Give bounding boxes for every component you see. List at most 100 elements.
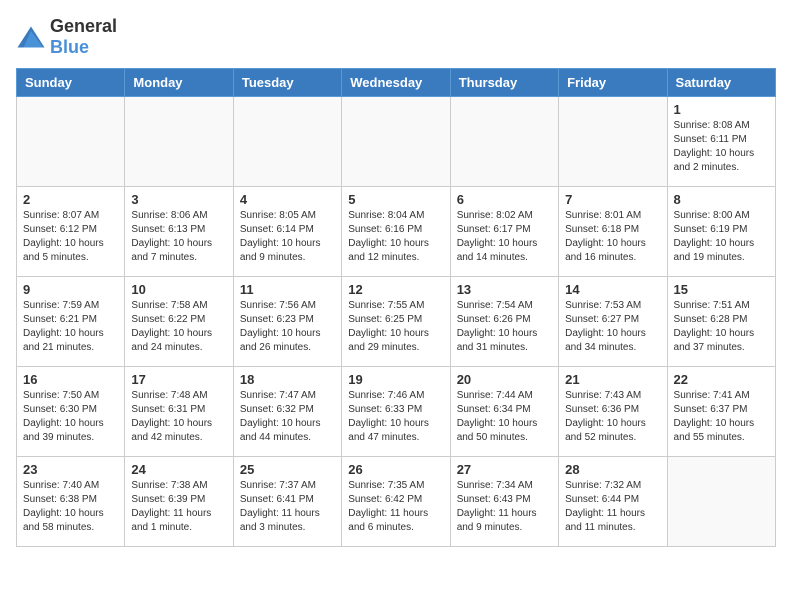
day-info: Sunrise: 7:48 AM Sunset: 6:31 PM Dayligh…: [131, 389, 226, 445]
day-info: Sunrise: 7:41 AM Sunset: 6:37 PM Dayligh…: [674, 389, 769, 445]
calendar-day-19: 19 Sunrise: 7:46 AM Sunset: 6:33 PM Dayli…: [342, 367, 450, 457]
day-info: Sunrise: 7:32 AM Sunset: 6:44 PM Dayligh…: [565, 479, 660, 535]
day-info: Sunrise: 7:56 AM Sunset: 6:23 PM Dayligh…: [240, 299, 335, 355]
logo: General Blue: [16, 16, 117, 58]
calendar-week-5: 23 Sunrise: 7:40 AM Sunset: 6:38 PM Dayli…: [17, 457, 776, 547]
day-number: 16: [23, 372, 118, 387]
day-number: 13: [457, 282, 552, 297]
calendar-day-26: 26 Sunrise: 7:35 AM Sunset: 6:42 PM Dayli…: [342, 457, 450, 547]
header-saturday: Saturday: [667, 69, 775, 97]
calendar-day-empty: [233, 97, 341, 187]
calendar-day-empty: [17, 97, 125, 187]
day-info: Sunrise: 7:38 AM Sunset: 6:39 PM Dayligh…: [131, 479, 226, 535]
calendar-day-23: 23 Sunrise: 7:40 AM Sunset: 6:38 PM Dayli…: [17, 457, 125, 547]
day-info: Sunrise: 7:44 AM Sunset: 6:34 PM Dayligh…: [457, 389, 552, 445]
day-number: 18: [240, 372, 335, 387]
calendar-day-15: 15 Sunrise: 7:51 AM Sunset: 6:28 PM Dayli…: [667, 277, 775, 367]
calendar-week-4: 16 Sunrise: 7:50 AM Sunset: 6:30 PM Dayli…: [17, 367, 776, 457]
day-number: 7: [565, 192, 660, 207]
day-info: Sunrise: 7:50 AM Sunset: 6:30 PM Dayligh…: [23, 389, 118, 445]
calendar-day-3: 3 Sunrise: 8:06 AM Sunset: 6:13 PM Daylig…: [125, 187, 233, 277]
calendar-day-27: 27 Sunrise: 7:34 AM Sunset: 6:43 PM Dayli…: [450, 457, 558, 547]
day-number: 17: [131, 372, 226, 387]
calendar-week-2: 2 Sunrise: 8:07 AM Sunset: 6:12 PM Daylig…: [17, 187, 776, 277]
day-number: 8: [674, 192, 769, 207]
calendar-day-17: 17 Sunrise: 7:48 AM Sunset: 6:31 PM Dayli…: [125, 367, 233, 457]
day-info: Sunrise: 7:46 AM Sunset: 6:33 PM Dayligh…: [348, 389, 443, 445]
day-number: 28: [565, 462, 660, 477]
day-number: 12: [348, 282, 443, 297]
logo-general: General: [50, 16, 117, 36]
day-info: Sunrise: 7:51 AM Sunset: 6:28 PM Dayligh…: [674, 299, 769, 355]
logo-text: General Blue: [50, 16, 117, 58]
header-monday: Monday: [125, 69, 233, 97]
day-info: Sunrise: 8:06 AM Sunset: 6:13 PM Dayligh…: [131, 209, 226, 265]
logo-blue: Blue: [50, 37, 89, 57]
calendar-day-empty: [342, 97, 450, 187]
day-info: Sunrise: 8:02 AM Sunset: 6:17 PM Dayligh…: [457, 209, 552, 265]
day-info: Sunrise: 7:37 AM Sunset: 6:41 PM Dayligh…: [240, 479, 335, 535]
calendar-day-7: 7Sunrise: 8:01 AM Sunset: 6:18 PM Daylig…: [559, 187, 667, 277]
header-thursday: Thursday: [450, 69, 558, 97]
calendar-day-12: 12 Sunrise: 7:55 AM Sunset: 6:25 PM Dayli…: [342, 277, 450, 367]
day-number: 25: [240, 462, 335, 477]
calendar-day-5: 5 Sunrise: 8:04 AM Sunset: 6:16 PM Daylig…: [342, 187, 450, 277]
calendar-day-11: 11Sunrise: 7:56 AM Sunset: 6:23 PM Dayli…: [233, 277, 341, 367]
calendar-header-row: SundayMondayTuesdayWednesdayThursdayFrid…: [17, 69, 776, 97]
calendar-day-14: 14Sunrise: 7:53 AM Sunset: 6:27 PM Dayli…: [559, 277, 667, 367]
calendar-day-empty: [450, 97, 558, 187]
day-number: 15: [674, 282, 769, 297]
day-number: 26: [348, 462, 443, 477]
day-info: Sunrise: 7:59 AM Sunset: 6:21 PM Dayligh…: [23, 299, 118, 355]
day-info: Sunrise: 7:58 AM Sunset: 6:22 PM Dayligh…: [131, 299, 226, 355]
calendar-day-16: 16 Sunrise: 7:50 AM Sunset: 6:30 PM Dayli…: [17, 367, 125, 457]
day-info: Sunrise: 8:04 AM Sunset: 6:16 PM Dayligh…: [348, 209, 443, 265]
day-number: 2: [23, 192, 118, 207]
calendar-day-20: 20 Sunrise: 7:44 AM Sunset: 6:34 PM Dayli…: [450, 367, 558, 457]
day-number: 23: [23, 462, 118, 477]
calendar-day-28: 28 Sunrise: 7:32 AM Sunset: 6:44 PM Dayli…: [559, 457, 667, 547]
calendar-day-22: 22 Sunrise: 7:41 AM Sunset: 6:37 PM Dayli…: [667, 367, 775, 457]
day-info: Sunrise: 8:08 AM Sunset: 6:11 PM Dayligh…: [674, 119, 769, 175]
header-friday: Friday: [559, 69, 667, 97]
day-number: 6: [457, 192, 552, 207]
day-info: Sunrise: 8:05 AM Sunset: 6:14 PM Dayligh…: [240, 209, 335, 265]
day-info: Sunrise: 8:07 AM Sunset: 6:12 PM Dayligh…: [23, 209, 118, 265]
day-number: 20: [457, 372, 552, 387]
day-number: 10: [131, 282, 226, 297]
day-number: 1: [674, 102, 769, 117]
calendar-day-24: 24 Sunrise: 7:38 AM Sunset: 6:39 PM Dayli…: [125, 457, 233, 547]
day-number: 21: [565, 372, 660, 387]
page-header: General Blue: [16, 16, 776, 58]
day-info: Sunrise: 8:00 AM Sunset: 6:19 PM Dayligh…: [674, 209, 769, 265]
day-info: Sunrise: 7:35 AM Sunset: 6:42 PM Dayligh…: [348, 479, 443, 535]
day-number: 4: [240, 192, 335, 207]
header-sunday: Sunday: [17, 69, 125, 97]
day-number: 3: [131, 192, 226, 207]
calendar-table: SundayMondayTuesdayWednesdayThursdayFrid…: [16, 68, 776, 547]
day-number: 19: [348, 372, 443, 387]
day-number: 9: [23, 282, 118, 297]
day-info: Sunrise: 7:43 AM Sunset: 6:36 PM Dayligh…: [565, 389, 660, 445]
day-info: Sunrise: 7:54 AM Sunset: 6:26 PM Dayligh…: [457, 299, 552, 355]
calendar-day-9: 9 Sunrise: 7:59 AM Sunset: 6:21 PM Daylig…: [17, 277, 125, 367]
calendar-day-10: 10 Sunrise: 7:58 AM Sunset: 6:22 PM Dayli…: [125, 277, 233, 367]
day-number: 5: [348, 192, 443, 207]
header-wednesday: Wednesday: [342, 69, 450, 97]
day-info: Sunrise: 7:47 AM Sunset: 6:32 PM Dayligh…: [240, 389, 335, 445]
day-info: Sunrise: 7:53 AM Sunset: 6:27 PM Dayligh…: [565, 299, 660, 355]
day-info: Sunrise: 7:55 AM Sunset: 6:25 PM Dayligh…: [348, 299, 443, 355]
calendar-day-1: 1 Sunrise: 8:08 AM Sunset: 6:11 PM Daylig…: [667, 97, 775, 187]
calendar-day-18: 18 Sunrise: 7:47 AM Sunset: 6:32 PM Dayli…: [233, 367, 341, 457]
calendar-day-6: 6 Sunrise: 8:02 AM Sunset: 6:17 PM Daylig…: [450, 187, 558, 277]
day-info: Sunrise: 7:40 AM Sunset: 6:38 PM Dayligh…: [23, 479, 118, 535]
day-info: Sunrise: 7:34 AM Sunset: 6:43 PM Dayligh…: [457, 479, 552, 535]
calendar-day-empty: [559, 97, 667, 187]
calendar-week-3: 9 Sunrise: 7:59 AM Sunset: 6:21 PM Daylig…: [17, 277, 776, 367]
calendar-day-empty: [667, 457, 775, 547]
day-number: 22: [674, 372, 769, 387]
calendar-day-25: 25 Sunrise: 7:37 AM Sunset: 6:41 PM Dayli…: [233, 457, 341, 547]
day-number: 24: [131, 462, 226, 477]
day-number: 27: [457, 462, 552, 477]
header-tuesday: Tuesday: [233, 69, 341, 97]
